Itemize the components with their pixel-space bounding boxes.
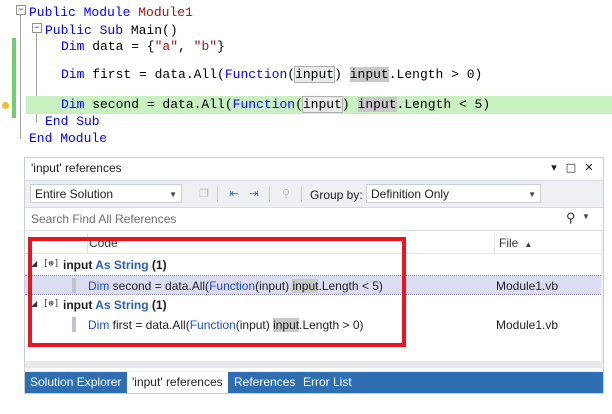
window-position-dropdown-icon[interactable]: ▾ (547, 161, 561, 175)
code-line-4[interactable]: Dim first = data.All(Function(input) inp… (61, 66, 482, 84)
search-options-icon[interactable]: ▼ (582, 212, 590, 221)
local-variable-icon: [⊛] (43, 259, 60, 269)
dropdown-arrow-icon: ▼ (528, 190, 536, 199)
column-divider (494, 233, 495, 253)
column-header-code[interactable]: Code (89, 236, 118, 250)
reference-indicator (72, 278, 76, 293)
reference-indicator (72, 317, 76, 332)
lambda-parameter[interactable]: input (294, 66, 336, 83)
collapse-group-icon[interactable]: ◢ (31, 299, 37, 308)
collapse-module-icon[interactable]: − (16, 5, 26, 15)
change-margin-bar (12, 38, 16, 118)
column-header-file[interactable]: File ▲ (499, 236, 532, 250)
panel-title: 'input' references (31, 161, 122, 175)
tab-input-references[interactable]: 'input' references (127, 372, 228, 393)
code-editor[interactable]: − − Public Module Module1 Public Sub Mai… (0, 0, 612, 150)
reference-file: Module1.vb (496, 318, 559, 332)
tab-references[interactable]: References (229, 372, 300, 393)
code-line-1[interactable]: Public Module Module1 (29, 4, 193, 22)
groupby-dropdown[interactable]: Definition Only ▼ (366, 184, 541, 203)
column-header: Code File ▲ (25, 233, 601, 254)
search-icon[interactable]: ⚲ (566, 210, 576, 226)
reference-highlight[interactable]: input (349, 67, 389, 82)
local-variable-icon: [⊛] (43, 299, 60, 309)
code-line-6[interactable]: End Sub (45, 113, 100, 131)
horizontal-scrollbar[interactable] (25, 361, 601, 368)
find-references-panel: 'input' references ▾ □ ✕ Entire Solution… (24, 157, 604, 394)
groupby-label: Group by: (310, 188, 363, 202)
code-line-7[interactable]: End Module (29, 130, 107, 148)
close-icon[interactable]: ✕ (582, 161, 596, 175)
reference-code: Dim first = data.All(Function(input) inp… (88, 318, 364, 332)
search-input[interactable] (29, 210, 553, 228)
collapse-sub-icon[interactable]: − (32, 23, 42, 33)
scope-dropdown[interactable]: Entire Solution ▼ (30, 184, 182, 203)
dropdown-arrow-icon: ▼ (169, 190, 177, 199)
column-divider (87, 233, 88, 253)
search-bar: ⚲ ▼ (25, 207, 603, 231)
maximize-icon[interactable]: □ (564, 161, 578, 175)
copy-icon[interactable]: ❐ (197, 187, 211, 201)
reference-row[interactable]: Dim first = data.All(Function(input) inp… (25, 315, 601, 335)
panel-toolbar: Entire Solution ▼ ❐ ⇤ ⇥ ⚲ Group by: Defi… (25, 181, 603, 207)
definition-label: input As String (1) (63, 298, 167, 312)
reference-row[interactable]: Dim second = data.All(Function(input) in… (25, 275, 601, 295)
code-line-5-current[interactable]: Dim second = data.All(Function(input) in… (26, 96, 612, 114)
reference-file: Module1.vb (496, 279, 559, 293)
tab-solution-explorer[interactable]: Solution Explorer (25, 372, 126, 393)
lambda-parameter[interactable]: input (301, 96, 343, 113)
reference-highlight[interactable]: input (357, 97, 397, 112)
warning-marker-icon (2, 102, 9, 109)
results-list[interactable]: Code File ▲ ◢ [⊛] input As String (1) Dim… (25, 231, 601, 371)
definition-group[interactable]: ◢ [⊛] input As String (1) (25, 255, 601, 275)
collapse-group-icon[interactable]: ◢ (31, 259, 37, 268)
clear-filter-icon[interactable]: ⚲ (279, 187, 293, 201)
toolbar-separator (217, 186, 218, 202)
definition-label: input As String (1) (63, 258, 167, 272)
outline-line (20, 15, 21, 139)
toolbar-separator (269, 186, 270, 202)
reference-code: Dim second = data.All(Function(input) in… (88, 279, 383, 293)
panel-titlebar[interactable]: 'input' references ▾ □ ✕ (25, 158, 603, 181)
definition-group[interactable]: ◢ [⊛] input As String (1) (25, 295, 601, 315)
next-location-icon[interactable]: ⇥ (247, 187, 261, 201)
tab-error-list[interactable]: Error List (298, 372, 357, 393)
sort-ascending-icon: ▲ (524, 240, 533, 249)
code-line-3[interactable]: Dim data = {"a", "b"} (61, 38, 225, 56)
toolbar-separator (301, 186, 302, 202)
previous-location-icon[interactable]: ⇤ (227, 187, 241, 201)
panel-tab-strip: Solution Explorer 'input' references Ref… (25, 372, 603, 393)
